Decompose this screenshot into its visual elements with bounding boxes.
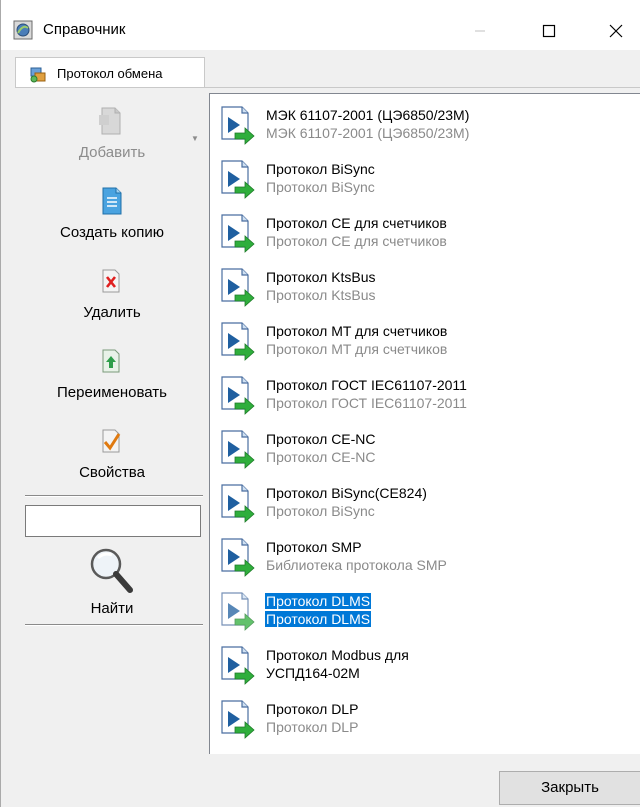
delete-icon <box>102 269 120 293</box>
search-input[interactable] <box>25 505 201 537</box>
chevron-down-icon[interactable]: ▼ <box>191 134 199 143</box>
magnifier-icon <box>90 548 133 593</box>
minimize-icon <box>475 30 485 32</box>
close-button[interactable]: Закрыть <box>499 771 640 805</box>
protocol-name: Протокол SMP <box>266 539 362 555</box>
protocol-description: Протокол ГОСТ IEC61107-2011 <box>266 395 467 411</box>
maximize-icon <box>542 24 556 38</box>
bottom-bar: Закрыть <box>1 754 640 807</box>
protocol-description: Протокол DLMS <box>265 611 372 627</box>
toolbar-panel: ▼ Добавить Создать копию Удалить Переиме… <box>15 88 209 755</box>
rename-button[interactable]: Переименовать <box>15 336 209 408</box>
add-button[interactable]: ▼ Добавить <box>15 96 209 168</box>
toolbar-separator <box>25 624 203 626</box>
list-item[interactable]: Протокол DLMS Протокол DLMS <box>210 582 640 636</box>
protocol-icon <box>221 214 255 253</box>
list-item[interactable]: Протокол SMP Библиотека протокола SMP <box>210 528 640 582</box>
protocol-icon <box>221 484 255 523</box>
protocol-name: Протокол BiSync <box>266 161 375 177</box>
rename-icon <box>102 349 120 373</box>
protocol-name: Протокол MT для счетчиков <box>266 323 448 339</box>
find-button[interactable]: Найти <box>15 540 209 620</box>
protocol-name: Протокол ГОСТ IEC61107-2011 <box>266 377 467 393</box>
protocol-icon <box>221 106 255 145</box>
list-item[interactable]: Протокол MT для счетчиков Протокол MT для… <box>210 312 640 366</box>
protocol-tab-icon <box>30 67 46 83</box>
protocol-description: Протокол CE-NC <box>266 449 376 465</box>
copy-button[interactable]: Создать копию <box>15 176 209 248</box>
protocol-icon <box>221 322 255 361</box>
protocol-description: Библиотека протокола SMP <box>266 557 447 573</box>
protocol-icon <box>221 592 255 631</box>
tab-strip: Протокол обмена <box>1 50 640 88</box>
protocol-icon <box>221 376 255 415</box>
protocol-description: Протокол KtsBus <box>266 287 376 303</box>
window-title: Справочник <box>43 21 126 38</box>
delete-button[interactable]: Удалить <box>15 256 209 328</box>
protocol-name: Протокол BiSync(CE824) <box>266 485 427 501</box>
find-label: Найти <box>90 600 134 617</box>
add-label: Добавить <box>78 144 146 161</box>
protocol-description: Протокол CE для счетчиков <box>266 233 447 249</box>
list-item[interactable]: Протокол KtsBus Протокол KtsBus <box>210 258 640 312</box>
protocol-name: Протокол DLP <box>266 701 359 717</box>
tab-label: Протокол обмена <box>57 66 163 81</box>
app-icon <box>13 20 33 40</box>
list-item[interactable]: Протокол BiSync(CE824) Протокол BiSync <box>210 474 640 528</box>
close-icon <box>609 24 623 38</box>
list-item[interactable]: Протокол DLP Протокол DLP <box>210 690 640 744</box>
close-window-button[interactable] <box>593 12 639 50</box>
add-document-icon <box>99 107 121 135</box>
protocol-description: МЭК 61107-2001 (ЦЭ6850/23М) <box>266 125 470 141</box>
protocol-icon <box>221 160 255 199</box>
maximize-button[interactable] <box>526 12 572 50</box>
list-item[interactable]: Протокол BiSync Протокол BiSync <box>210 150 640 204</box>
protocol-list[interactable]: МЭК 61107-2001 (ЦЭ6850/23М) МЭК 61107-200… <box>209 93 640 756</box>
protocol-icon <box>221 430 255 469</box>
properties-label: Свойства <box>79 464 145 481</box>
tab-exchange-protocol[interactable]: Протокол обмена <box>15 57 205 88</box>
protocol-icon <box>221 538 255 577</box>
protocol-description: Протокол BiSync <box>266 179 375 195</box>
copy-label: Создать копию <box>60 224 164 241</box>
protocol-name: Протокол CE для счетчиков <box>266 215 447 231</box>
protocol-description: Протокол MT для счетчиков <box>266 341 448 357</box>
properties-button[interactable]: Свойства <box>15 416 209 488</box>
list-item[interactable]: МЭК 61107-2001 (ЦЭ6850/23М) МЭК 61107-200… <box>210 96 640 150</box>
rename-label: Переименовать <box>57 384 167 401</box>
protocol-icon <box>221 268 255 307</box>
protocol-icon <box>221 646 255 685</box>
list-item[interactable]: Протокол CE-NC Протокол CE-NC <box>210 420 640 474</box>
list-item[interactable]: Протокол ГОСТ IEC61107-2011 Протокол ГОСТ… <box>210 366 640 420</box>
protocol-description: Протокол DLP <box>266 719 359 735</box>
minimize-button[interactable] <box>457 12 503 50</box>
properties-icon <box>102 429 121 453</box>
copy-document-icon <box>102 187 122 215</box>
protocol-name: Протокол CE-NC <box>266 431 376 447</box>
protocol-description: Протокол BiSync <box>266 503 375 519</box>
protocol-name: МЭК 61107-2001 (ЦЭ6850/23М) <box>266 107 470 123</box>
list-item[interactable]: Протокол Modbus для УСПД164-02М <box>210 636 640 690</box>
list-item[interactable]: Протокол CE для счетчиков Протокол CE для… <box>210 204 640 258</box>
protocol-name: Протокол DLMS <box>265 593 372 609</box>
delete-label: Удалить <box>83 304 141 321</box>
protocol-description: УСПД164-02М <box>266 665 360 681</box>
title-bar: Справочник <box>1 0 640 50</box>
protocol-icon <box>221 700 255 739</box>
tab-content: ▼ Добавить Создать копию Удалить Переиме… <box>15 87 640 756</box>
toolbar-separator <box>25 495 203 497</box>
protocol-name: Протокол KtsBus <box>266 269 376 285</box>
reference-window: Справочник Протокол обмена ▼ Добавить Со… <box>0 0 640 807</box>
protocol-name: Протокол Modbus для <box>266 647 409 663</box>
